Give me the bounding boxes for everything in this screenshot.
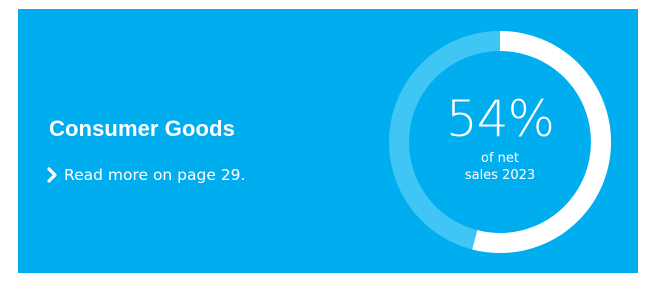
caption-line-2: sales 2023 [464,168,536,183]
read-more-label: Read more on page 29. [64,166,246,184]
percentage-caption: of net sales 2023 [445,150,555,184]
read-more-link[interactable]: Read more on page 29. [46,166,245,184]
donut-label: 54% of net sales 2023 [388,30,612,254]
chevron-right-icon [47,167,57,183]
percentage-value: 54% [445,90,555,148]
segment-title: Consumer Goods [49,116,235,141]
caption-line-1: of net [481,151,519,166]
